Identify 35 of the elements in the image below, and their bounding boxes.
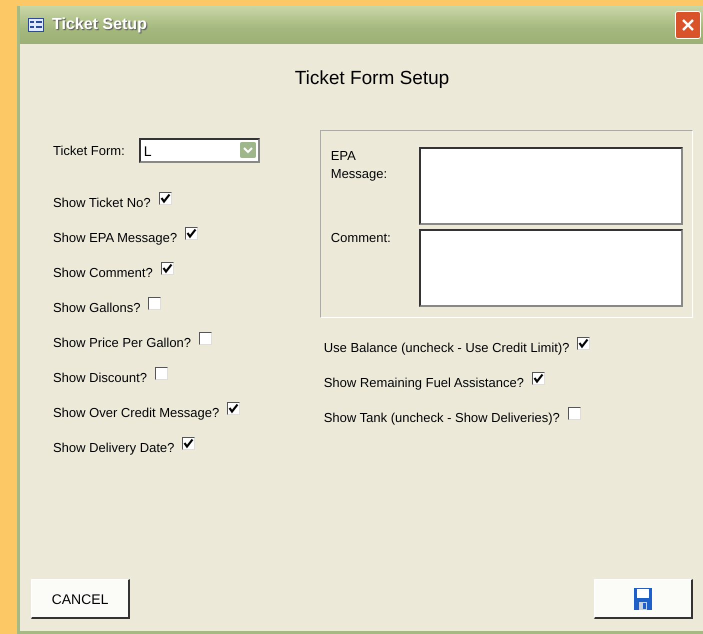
- option-label: Show Ticket No?: [53, 195, 151, 210]
- option-label: Show Over Credit Message?: [53, 405, 220, 420]
- checkbox[interactable]: [158, 192, 172, 205]
- field-label: EPA Message:: [330, 147, 388, 183]
- checkbox[interactable]: [148, 297, 162, 310]
- checkbox[interactable]: [199, 332, 212, 345]
- save-button[interactable]: [594, 579, 693, 619]
- checkbox[interactable]: [154, 367, 168, 380]
- checkbox[interactable]: [160, 262, 174, 275]
- option-label: Show EPA Message?: [53, 230, 178, 245]
- option-label: Show Tank (uncheck - Show Deliveries)?: [324, 410, 560, 425]
- checkbox[interactable]: [182, 437, 196, 450]
- checkbox[interactable]: [577, 337, 590, 350]
- ticket-form-label: Ticket Form:: [53, 143, 125, 158]
- checkbox[interactable]: [568, 407, 581, 420]
- cancel-button[interactable]: CANCEL: [31, 579, 130, 619]
- close-button[interactable]: [675, 11, 701, 39]
- checkbox[interactable]: [227, 402, 240, 415]
- text-area[interactable]: [418, 229, 683, 307]
- window-title: Ticket Setup: [52, 16, 147, 34]
- form-heading: Ticket Form Setup: [294, 68, 450, 90]
- option-label: Use Balance (uncheck - Use Credit Limit)?: [324, 340, 570, 355]
- option-label: Show Discount?: [53, 370, 147, 385]
- field-label: Comment:: [330, 229, 392, 247]
- checkbox[interactable]: [532, 372, 545, 385]
- option-label: Show Delivery Date?: [53, 440, 174, 455]
- checkbox[interactable]: [185, 227, 198, 240]
- option-label: Show Remaining Fuel Assistance?: [324, 375, 524, 390]
- ticket-form-dropdown[interactable]: L: [138, 138, 260, 163]
- option-label: Show Comment?: [53, 265, 153, 280]
- form-icon: [28, 18, 44, 32]
- option-label: Show Price Per Gallon?: [53, 335, 192, 350]
- text-area[interactable]: [418, 147, 683, 225]
- close-icon: [681, 18, 695, 32]
- option-label: Show Gallons?: [53, 300, 140, 315]
